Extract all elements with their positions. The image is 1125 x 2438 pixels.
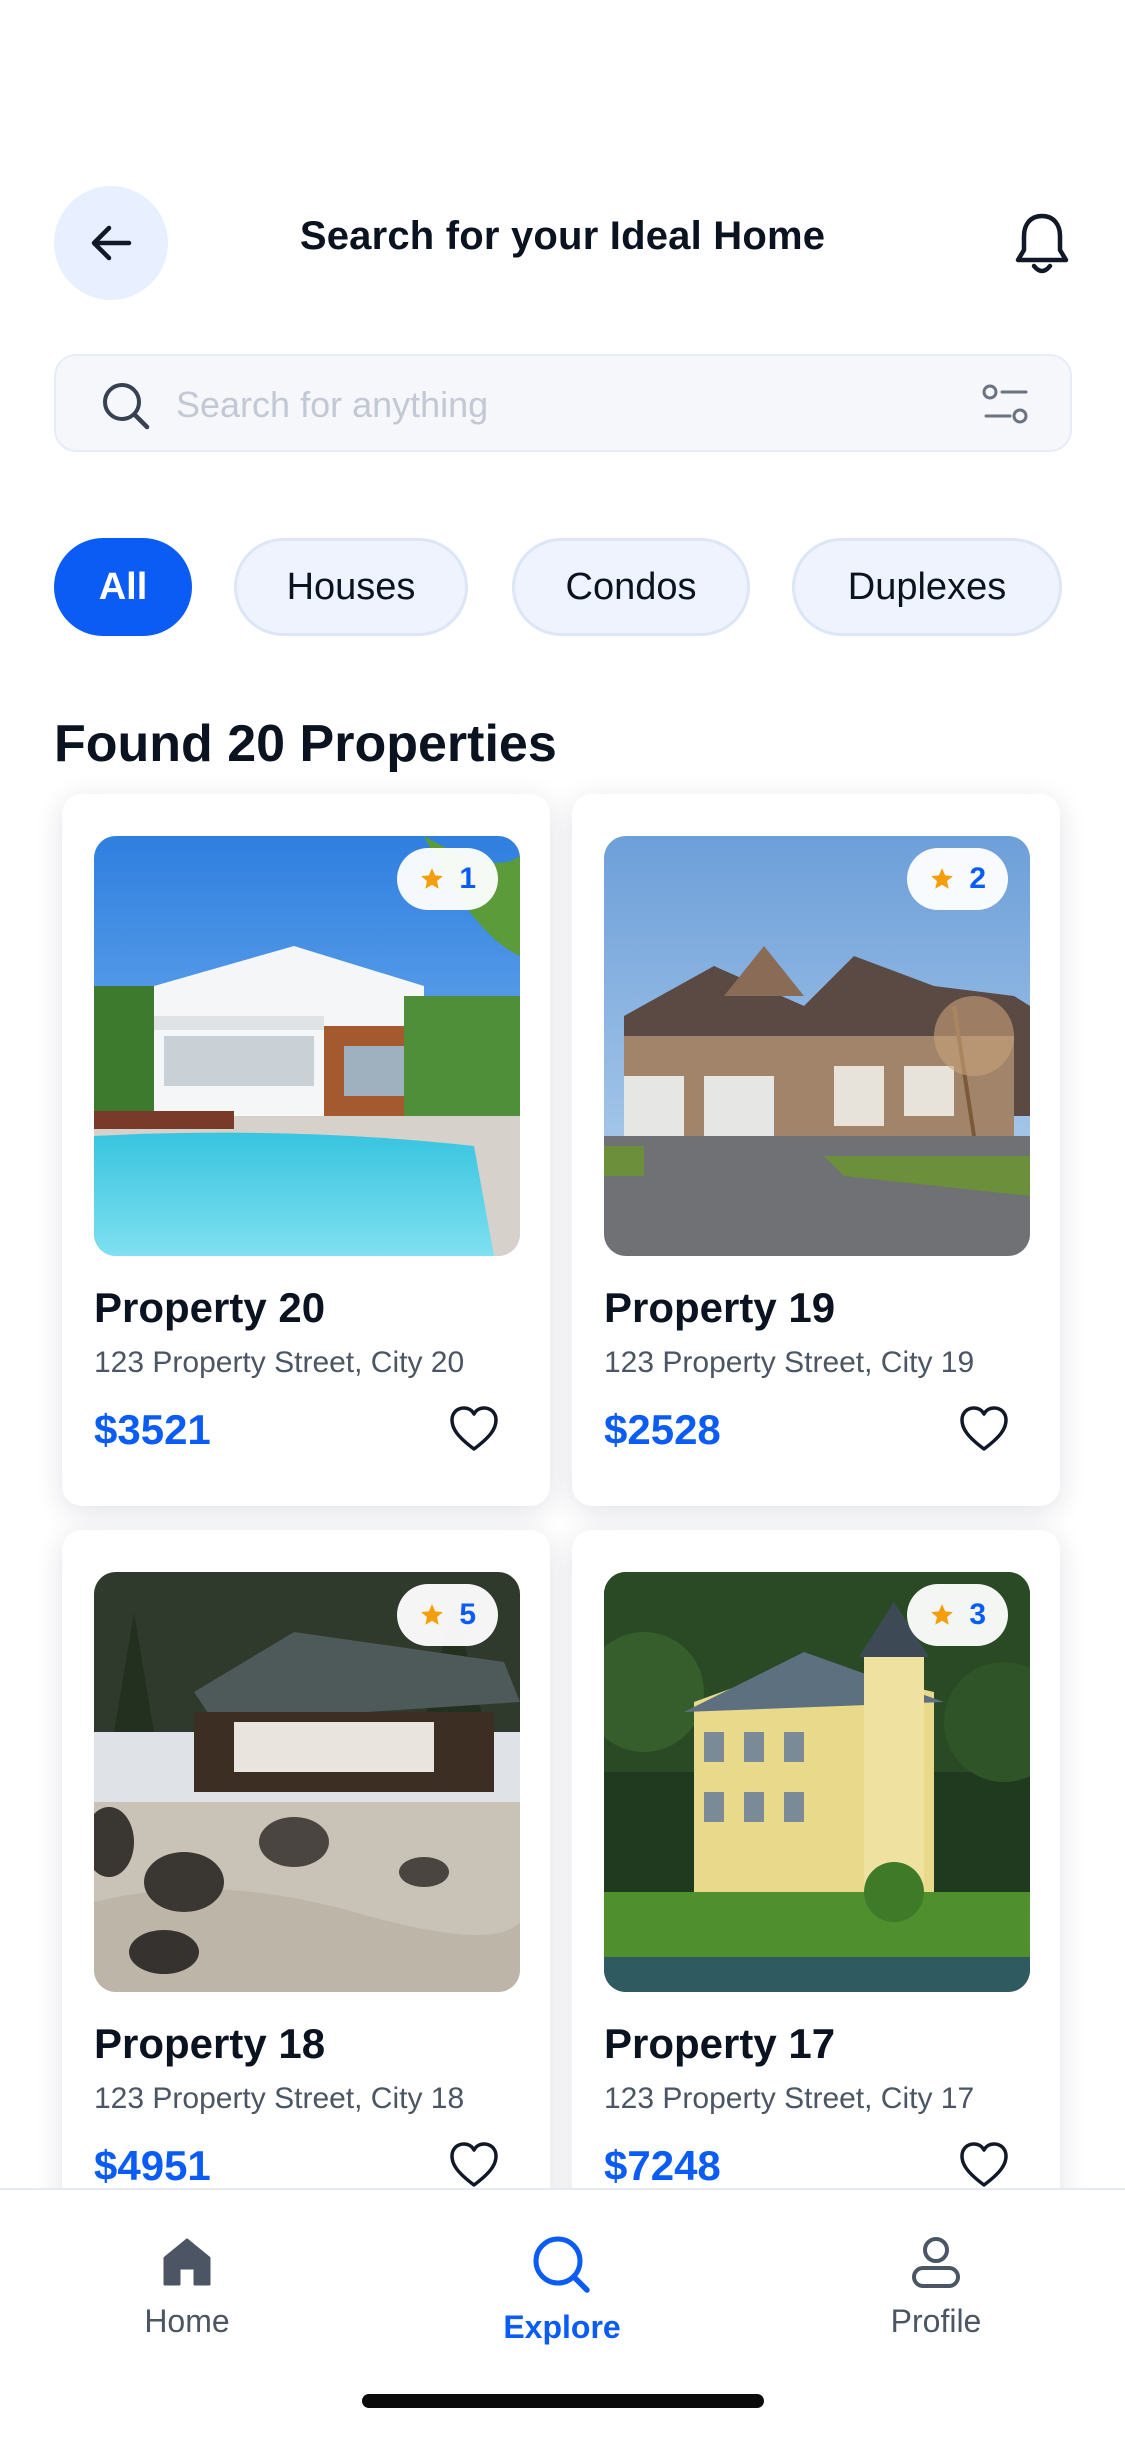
nav-home[interactable]: Home (87, 2234, 287, 2340)
chip-all[interactable]: All (54, 538, 192, 636)
property-image: 5 (94, 1572, 520, 1992)
property-card[interactable]: 2 Property 19 123 Property Street, City … (572, 794, 1060, 1506)
page-title: Search for your Ideal Home (299, 214, 826, 258)
property-name: Property 19 (604, 1284, 836, 1331)
nav-label: Explore (503, 2309, 621, 2345)
rating-badge: 2 (907, 848, 1008, 910)
bell-icon (1015, 213, 1069, 274)
home-indicator (362, 2394, 764, 2408)
property-price: $4951 (94, 2142, 211, 2189)
search-icon (103, 383, 150, 430)
property-image: 3 (604, 1572, 1030, 1992)
home-icon (163, 2238, 211, 2286)
property-price: $7248 (604, 2142, 721, 2189)
property-card[interactable]: 3 Property 17 123 Property Street, City … (572, 1530, 1060, 2230)
nav-label: Home (144, 2303, 230, 2339)
property-address: 123 Property Street, City 19 (604, 1346, 975, 1379)
rating-badge: 5 (397, 1584, 498, 1646)
rating-value: 5 (459, 1598, 476, 1631)
property-address: 123 Property Street, City 18 (94, 2082, 465, 2115)
property-name: Property 20 (94, 1284, 326, 1331)
nav-profile[interactable]: Profile (836, 2234, 1036, 2340)
filter-sliders-icon[interactable] (982, 382, 1030, 428)
star-icon (931, 1604, 954, 1625)
property-address: 123 Property Street, City 20 (94, 1346, 465, 1379)
property-price: $3521 (94, 1406, 211, 1453)
rating-value: 1 (459, 862, 476, 895)
property-image: 2 (604, 836, 1030, 1256)
search-input[interactable] (174, 374, 938, 436)
star-icon (421, 868, 444, 889)
search-icon (533, 2236, 590, 2293)
heart-icon[interactable] (448, 1404, 500, 1454)
property-card[interactable]: 1 Property 20 123 Property Street, City … (62, 794, 550, 1506)
chip-duplexes[interactable]: Duplexes (792, 538, 1062, 636)
property-price: $2528 (604, 1406, 721, 1453)
star-icon (931, 868, 954, 889)
results-heading: Found 20 Properties (54, 715, 557, 773)
search-bar[interactable] (54, 354, 1072, 452)
heart-icon[interactable] (958, 2140, 1010, 2190)
chip-houses[interactable]: Houses (234, 538, 468, 636)
user-icon (912, 2237, 960, 2288)
rating-badge: 3 (907, 1584, 1008, 1646)
heart-icon[interactable] (448, 2140, 500, 2190)
rating-value: 3 (969, 1598, 986, 1631)
chip-condos[interactable]: Condos (512, 538, 750, 636)
star-icon (421, 1604, 444, 1625)
property-name: Property 17 (604, 2020, 836, 2067)
property-image: 1 (94, 836, 520, 1256)
rating-value: 2 (969, 862, 986, 895)
property-name: Property 18 (94, 2020, 326, 2067)
notification-button[interactable] (1010, 208, 1074, 280)
nav-label: Profile (890, 2303, 982, 2339)
nav-explore[interactable]: Explore (462, 2234, 662, 2346)
property-card[interactable]: 5 Property 18 123 Property Street, City … (62, 1530, 550, 2230)
property-address: 123 Property Street, City 17 (604, 2082, 975, 2115)
rating-badge: 1 (397, 848, 498, 910)
heart-icon[interactable] (958, 1404, 1010, 1454)
